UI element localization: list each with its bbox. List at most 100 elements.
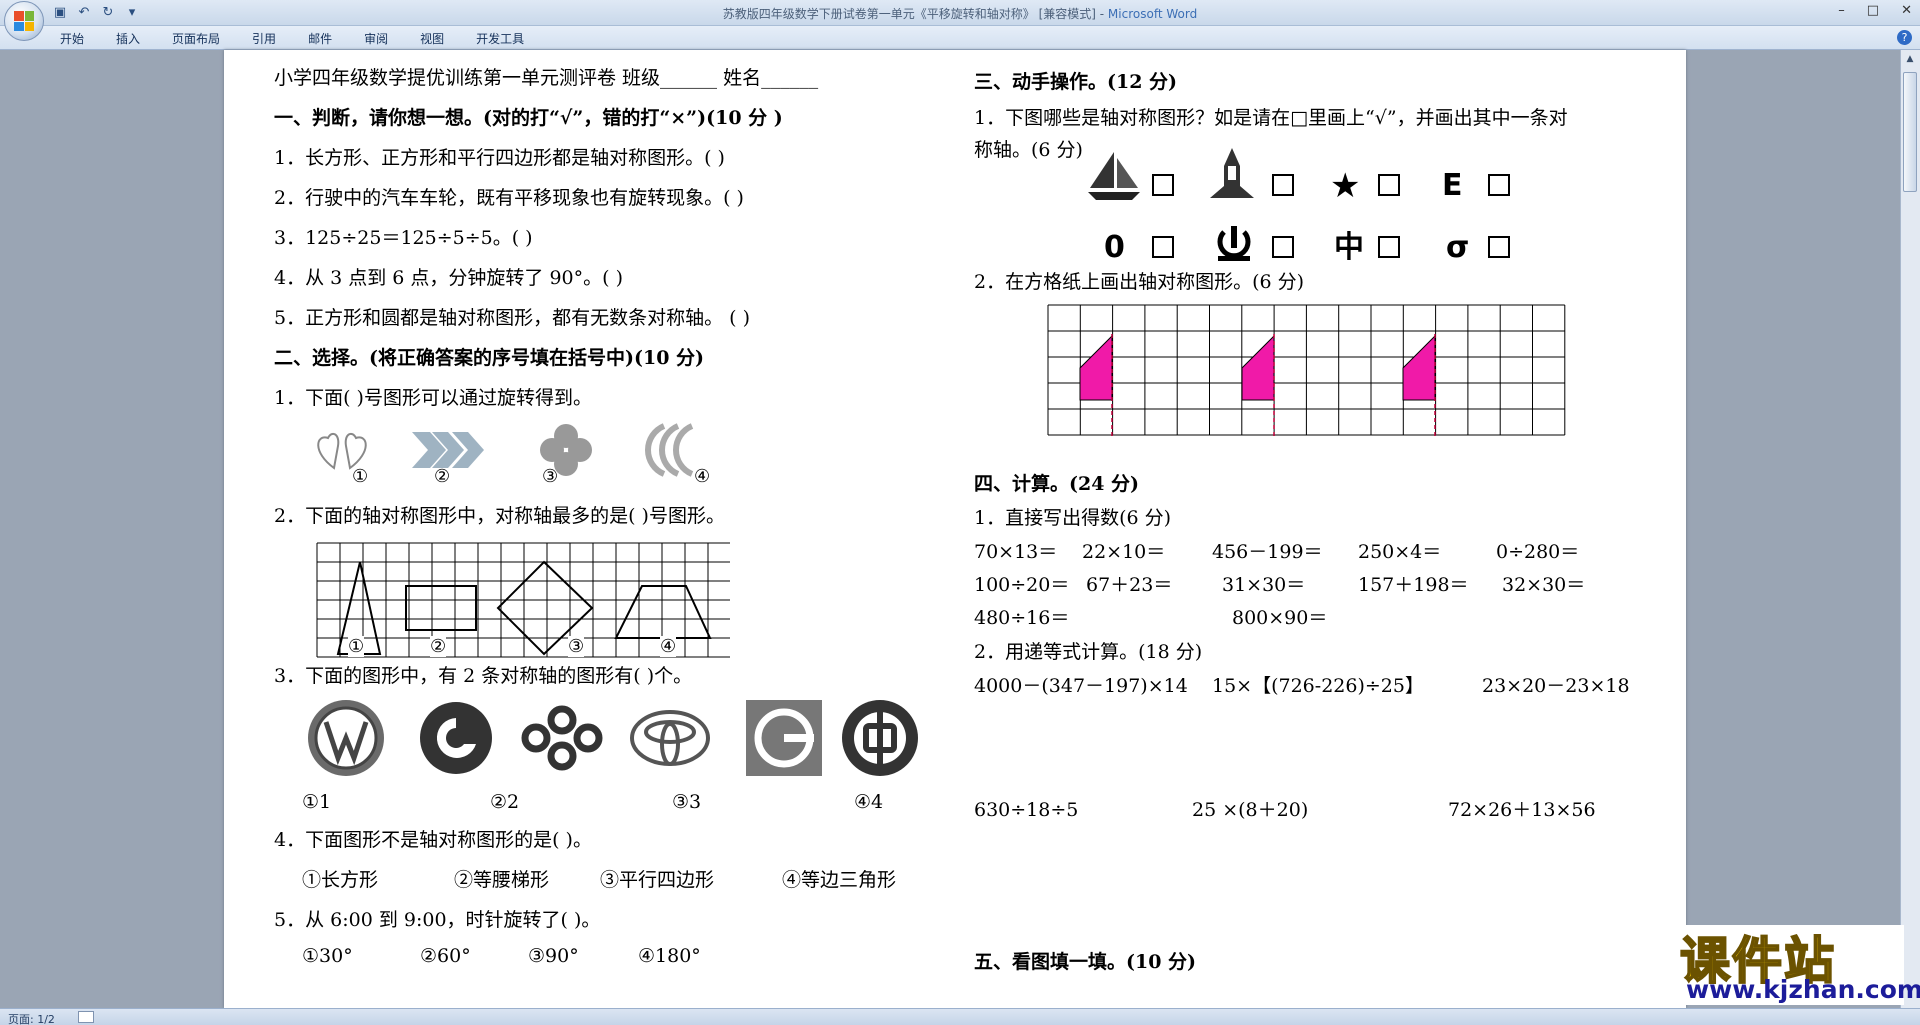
vw-logo — [308, 700, 384, 776]
calc: 4000－(347－197)×14 — [974, 675, 1188, 697]
tab-mailings[interactable]: 邮件 — [308, 30, 348, 47]
section1-title: 一、判断，请你想一想。(对的打“√”，错的打“×”)(10 分 ) — [274, 107, 783, 129]
minimize-button[interactable]: – — [1838, 3, 1845, 18]
calc: 456－199＝ — [1212, 541, 1323, 563]
letter-e-glyph: E — [1442, 168, 1463, 203]
window-title: 苏教版四年级数学下册试卷第一单元《平移旋转和轴对称》 [兼容模式] - Micr… — [722, 7, 1198, 21]
tab-developer[interactable]: 开发工具 — [476, 30, 540, 47]
s2-q5-option: ①30° — [302, 945, 353, 967]
s1-item-3: 3．125÷25＝125÷5÷5。( ) — [274, 227, 533, 249]
s2-q1-label: ① — [352, 466, 369, 487]
calc: 72×26＋13×56 — [1448, 799, 1596, 821]
s3-q2: 2．在方格纸上画出轴对称图形。(6 分) — [974, 271, 1305, 293]
checkbox[interactable] — [1272, 236, 1294, 258]
calc: 23×20－23×18 — [1482, 675, 1630, 697]
s2-q5-option: ④180° — [638, 945, 701, 967]
s2-q4-option: ②等腰梯形 — [454, 869, 550, 891]
checkbox[interactable] — [1272, 174, 1294, 196]
s2-q2-label: ① — [348, 636, 365, 657]
checkbox[interactable] — [1488, 174, 1510, 196]
calc: 15×【(726-226)÷25】 — [1212, 675, 1424, 697]
sailboat-icon — [1088, 152, 1140, 200]
s2-q3-option: ①1 — [302, 791, 332, 813]
s2-q5-option: ③90° — [528, 945, 579, 967]
s2-q1-label: ③ — [542, 466, 559, 487]
tab-insert[interactable]: 插入 — [116, 30, 156, 47]
undo-icon[interactable]: ↶ — [76, 4, 92, 20]
page-indicator[interactable]: 页面: 1/2 — [8, 1011, 55, 1025]
redo-icon[interactable]: ↻ — [100, 4, 116, 20]
checkbox[interactable] — [1378, 174, 1400, 196]
document-page[interactable]: 小学四年级数学提优训练第一单元测评卷 班级______ 姓名______ 一、判… — [224, 50, 1686, 1008]
calc: 70×13＝ — [974, 541, 1058, 563]
vertical-scrollbar[interactable] — [1900, 50, 1920, 1008]
calc: 480÷16＝ — [974, 607, 1070, 629]
checkbox[interactable] — [1152, 174, 1174, 196]
calc: 22×10＝ — [1082, 541, 1166, 563]
maximize-button[interactable]: □ — [1867, 3, 1879, 18]
arcs-figure — [645, 423, 694, 477]
office-logo-icon — [14, 11, 34, 31]
calc: 630÷18÷5 — [974, 799, 1079, 821]
help-icon[interactable]: ? — [1897, 30, 1912, 45]
tab-page-layout[interactable]: 页面布局 — [172, 30, 236, 47]
calc: 100÷20＝ — [974, 574, 1070, 596]
close-button[interactable]: ✕ — [1901, 3, 1912, 18]
watermark: 课件站 www.kjzhan.com — [1672, 925, 1920, 1005]
calc: 32×30＝ — [1502, 574, 1586, 596]
office-button[interactable] — [4, 1, 44, 41]
window-controls: – □ ✕ — [1838, 3, 1912, 18]
square-logo — [746, 700, 822, 776]
logo-figures — [308, 700, 918, 776]
s2-q5-option: ②60° — [420, 945, 471, 967]
ribbon: 开始 插入 页面布局 引用 邮件 审阅 视图 开发工具 ? — [0, 26, 1920, 50]
sigma-glyph: σ — [1446, 230, 1470, 265]
s2-q1-label: ② — [434, 466, 451, 487]
checkbox[interactable] — [1378, 236, 1400, 258]
s2-q3: 3．下面的图形中，有 2 条对称轴的图形有( )个。 — [274, 665, 693, 687]
proofing-icon[interactable] — [78, 1011, 94, 1023]
s2-q4-option: ③平行四边形 — [600, 869, 715, 891]
s2-q2: 2．下面的轴对称图形中，对称轴最多的是( )号图形。 — [274, 505, 725, 527]
s1-item-4: 4．从 3 点到 6 点，分钟旋转了 90°。( ) — [274, 267, 624, 289]
zhong-glyph: 中 — [1334, 230, 1364, 265]
s2-q2-label: ④ — [660, 636, 677, 657]
grid-lines — [1047, 304, 1566, 436]
calc: 67＋23＝ — [1086, 574, 1173, 596]
section5-title: 五、看图填一填。(10 分) — [974, 951, 1197, 973]
s1-item-1: 1．长方形、正方形和平行四边形都是轴对称图形。( ) — [274, 147, 725, 169]
s2-q4-option: ④等边三角形 — [782, 869, 897, 891]
scroll-thumb[interactable] — [1903, 72, 1917, 192]
toyota-logo — [630, 710, 710, 766]
s2-q2-label: ② — [430, 636, 447, 657]
s3-q1-line2: 称轴。(6 分) — [974, 139, 1083, 161]
watermark-url: www.kjzhan.com — [1686, 975, 1920, 1004]
ccb-logo — [420, 702, 492, 774]
calc: 0÷280＝ — [1496, 541, 1580, 563]
save-icon[interactable]: ▣ — [52, 4, 68, 20]
quick-access-toolbar: ▣ ↶ ↻ ▾ — [52, 4, 140, 20]
s1-item-2: 2．行驶中的汽车车轮，既有平移现象也有旋转现象。( ) — [274, 187, 744, 209]
checkbox[interactable] — [1488, 236, 1510, 258]
tab-review[interactable]: 审阅 — [364, 30, 404, 47]
calc: 157＋198＝ — [1358, 574, 1469, 596]
s4-q1: 1．直接写出得数(6 分) — [974, 507, 1172, 529]
checkbox[interactable] — [1152, 236, 1174, 258]
tab-home[interactable]: 开始 — [60, 30, 100, 47]
ribbon-tabs: 开始 插入 页面布局 引用 邮件 审阅 视图 开发工具 — [60, 30, 556, 47]
tab-references[interactable]: 引用 — [252, 30, 292, 47]
hearts-figure — [317, 432, 367, 470]
calc: 31×30＝ — [1222, 574, 1306, 596]
s2-q1: 1．下面( )号图形可以通过旋转得到。 — [274, 387, 592, 409]
zero-glyph: 0 — [1104, 230, 1125, 265]
s3-q1-line1: 1．下图哪些是轴对称图形？如是请在□里画上“√”，并画出其中一条对 — [974, 107, 1568, 129]
power-symbol-icon — [1217, 226, 1251, 261]
customize-chevron-icon[interactable]: ▾ — [124, 4, 140, 20]
scroll-up-icon[interactable]: ▲ — [1903, 52, 1917, 66]
s2-q4-option: ①长方形 — [302, 869, 379, 891]
pink-shapes — [1079, 334, 1436, 401]
section3-title: 三、动手操作。(12 分) — [974, 71, 1178, 93]
tab-view[interactable]: 视图 — [420, 30, 460, 47]
s2-q3-option: ④4 — [854, 791, 884, 813]
calc: 250×4＝ — [1358, 541, 1442, 563]
